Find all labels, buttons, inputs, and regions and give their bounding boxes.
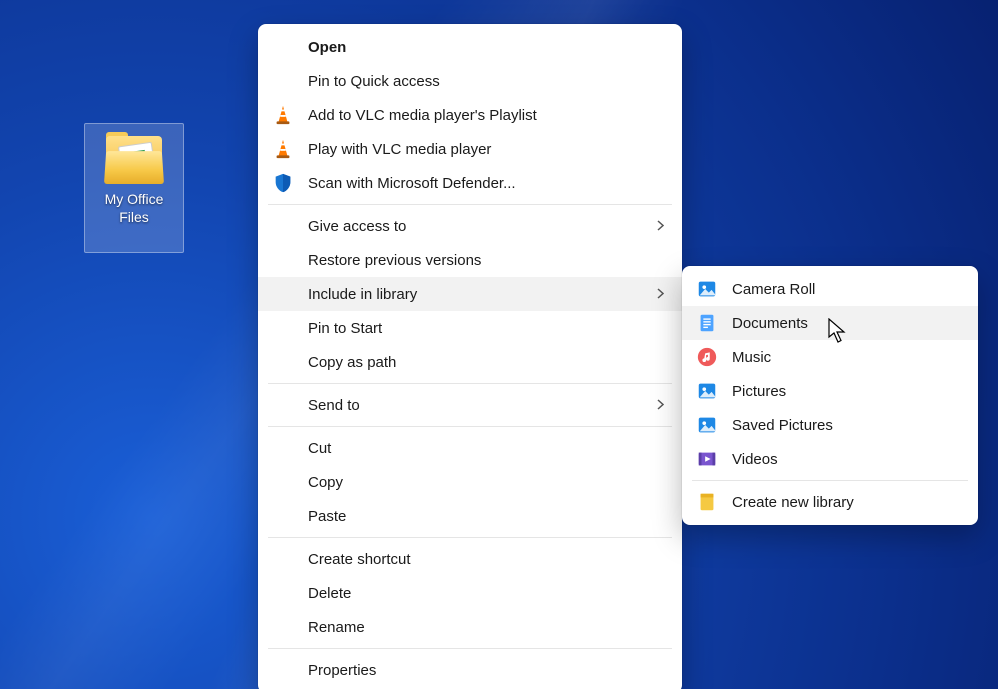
- chevron-right-icon: [646, 218, 664, 235]
- menu-label: Rename: [308, 619, 664, 636]
- submenu-label: Music: [732, 349, 960, 366]
- menu-label: Include in library: [308, 286, 646, 303]
- music-library-icon: [696, 346, 718, 368]
- menu-label: Give access to: [308, 218, 646, 235]
- submenu-item-music[interactable]: Music: [682, 340, 978, 374]
- submenu-label: Saved Pictures: [732, 417, 960, 434]
- menu-label: Copy: [308, 474, 664, 491]
- menu-separator: [692, 480, 968, 481]
- submenu-item-camera-roll[interactable]: Camera Roll: [682, 272, 978, 306]
- menu-item-properties[interactable]: Properties: [258, 653, 682, 687]
- menu-item-paste[interactable]: Paste: [258, 499, 682, 533]
- menu-item-delete[interactable]: Delete: [258, 576, 682, 610]
- menu-item-include-in-library[interactable]: Include in library: [258, 277, 682, 311]
- menu-label: Create shortcut: [308, 551, 664, 568]
- menu-separator: [268, 383, 672, 384]
- menu-separator: [268, 204, 672, 205]
- menu-separator: [268, 537, 672, 538]
- menu-label: Scan with Microsoft Defender...: [308, 175, 664, 192]
- chevron-right-icon: [646, 397, 664, 414]
- menu-item-copy[interactable]: Copy: [258, 465, 682, 499]
- menu-separator: [268, 426, 672, 427]
- menu-item-pin-quick-access[interactable]: Pin to Quick access: [258, 64, 682, 98]
- menu-item-send-to[interactable]: Send to: [258, 388, 682, 422]
- submenu-label: Create new library: [732, 494, 960, 511]
- menu-item-vlc-add[interactable]: Add to VLC media player's Playlist: [258, 98, 682, 132]
- menu-item-rename[interactable]: Rename: [258, 610, 682, 644]
- desktop-folder[interactable]: My Office Files: [84, 123, 184, 253]
- menu-label: Copy as path: [308, 354, 664, 371]
- menu-separator: [268, 648, 672, 649]
- menu-item-give-access-to[interactable]: Give access to: [258, 209, 682, 243]
- desktop-folder-label: My Office Files: [85, 190, 183, 226]
- submenu-item-documents[interactable]: Documents: [682, 306, 978, 340]
- menu-item-restore-previous[interactable]: Restore previous versions: [258, 243, 682, 277]
- menu-label: Pin to Start: [308, 320, 664, 337]
- menu-label: Add to VLC media player's Playlist: [308, 107, 664, 124]
- menu-item-cut[interactable]: Cut: [258, 431, 682, 465]
- submenu-item-videos[interactable]: Videos: [682, 442, 978, 476]
- pictures-library-icon: [696, 278, 718, 300]
- shield-icon: [272, 172, 294, 194]
- menu-label: Cut: [308, 440, 664, 457]
- vlc-cone-icon: [272, 138, 294, 160]
- vlc-cone-icon: [272, 104, 294, 126]
- library-submenu: Camera Roll Documents Music Pictures Sav…: [682, 266, 978, 525]
- submenu-label: Documents: [732, 315, 960, 332]
- submenu-label: Pictures: [732, 383, 960, 400]
- chevron-right-icon: [646, 286, 664, 303]
- menu-item-defender-scan[interactable]: Scan with Microsoft Defender...: [258, 166, 682, 200]
- submenu-item-saved-pictures[interactable]: Saved Pictures: [682, 408, 978, 442]
- menu-item-vlc-play[interactable]: Play with VLC media player: [258, 132, 682, 166]
- menu-label: Paste: [308, 508, 664, 525]
- menu-item-pin-to-start[interactable]: Pin to Start: [258, 311, 682, 345]
- new-library-icon: [696, 491, 718, 513]
- pictures-library-icon: [696, 380, 718, 402]
- menu-label: Play with VLC media player: [308, 141, 664, 158]
- menu-label: Pin to Quick access: [308, 73, 664, 90]
- menu-item-open[interactable]: Open: [258, 30, 682, 64]
- context-menu: Open Pin to Quick access Add to VLC medi…: [258, 24, 682, 689]
- menu-label: Send to: [308, 397, 646, 414]
- pictures-library-icon: [696, 414, 718, 436]
- menu-label: Properties: [308, 662, 664, 679]
- menu-item-copy-as-path[interactable]: Copy as path: [258, 345, 682, 379]
- submenu-item-pictures[interactable]: Pictures: [682, 374, 978, 408]
- menu-item-create-shortcut[interactable]: Create shortcut: [258, 542, 682, 576]
- submenu-item-create-new-library[interactable]: Create new library: [682, 485, 978, 519]
- submenu-label: Videos: [732, 451, 960, 468]
- submenu-label: Camera Roll: [732, 281, 960, 298]
- menu-label: Restore previous versions: [308, 252, 664, 269]
- documents-library-icon: [696, 312, 718, 334]
- menu-label: Open: [308, 39, 664, 56]
- menu-label: Delete: [308, 585, 664, 602]
- videos-library-icon: [696, 448, 718, 470]
- folder-icon: [102, 132, 166, 184]
